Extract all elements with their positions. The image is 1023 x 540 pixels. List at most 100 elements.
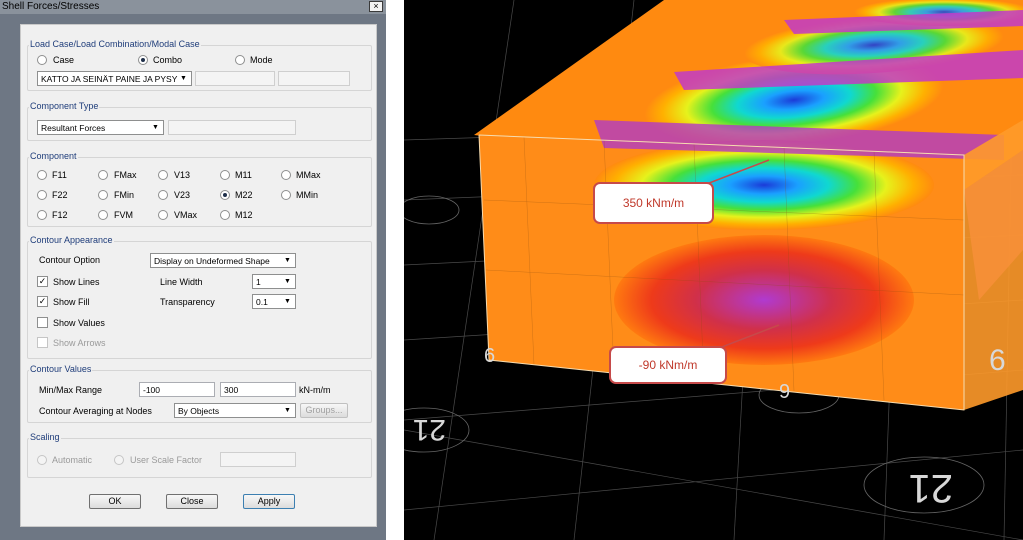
dialog-client-area: Load Case/Load Combination/Modal Case Ca… [20,24,377,527]
show-values-label: Show Values [53,318,105,328]
range-units-label: kN-m/m [299,385,331,395]
callout-min-moment: -90 kNm/m [609,346,727,384]
radio-fvm[interactable] [98,210,108,220]
radio-m11[interactable] [220,170,230,180]
contour-averaging-select[interactable]: By Objects ▼ [174,403,296,418]
radio-mode[interactable] [235,55,245,65]
shell-contour-render: 6 9 21 6 21 [404,0,1023,540]
radio-user-scale-label: User Scale Factor [130,455,203,465]
component-type-extra-field [168,120,296,135]
radio-case[interactable] [37,55,47,65]
min-range-input[interactable]: -100 [139,382,215,397]
line-width-value: 1 [256,277,261,287]
grid-label-9: 9 [779,381,790,403]
radio-vmax[interactable] [158,210,168,220]
radio-vmax-label: VMax [174,210,198,220]
apply-button[interactable]: Apply [243,494,295,509]
grid-label-6b: 6 [989,344,1006,377]
show-fill-checkbox[interactable]: ✓ [37,296,48,307]
window-title: Shell Forces/Stresses [2,1,100,12]
radio-combo-label: Combo [153,55,183,65]
transparency-label: Transparency [160,297,215,307]
radio-m12-label: M12 [235,210,253,220]
radio-f12[interactable] [37,210,47,220]
radio-combo[interactable] [138,55,148,65]
ok-button[interactable]: OK [89,494,141,509]
radio-v13[interactable] [158,170,168,180]
contour-averaging-value: By Objects [178,406,220,416]
panel-divider [386,0,404,540]
radio-f11-label: F11 [52,170,67,180]
radio-mmax-label: MMax [296,170,321,180]
component-type-value: Resultant Forces [41,123,106,133]
close-button[interactable]: Close [166,494,218,509]
transparency-value: 0.1 [256,297,268,307]
callout-min-moment-text: -90 kNm/m [638,358,698,372]
show-values-checkbox[interactable] [37,317,48,328]
close-window-button[interactable]: × [369,1,383,12]
load-case-group-title: Load Case/Load Combination/Modal Case [29,39,201,49]
callout-max-moment: 350 kNm/m [593,182,714,224]
user-scale-input [220,452,296,467]
radio-m11-label: M11 [235,170,252,180]
contour-appearance-group: Contour Appearance Contour Option Displa… [27,235,372,359]
title-bar[interactable]: Shell Forces/Stresses × [0,0,386,14]
grid-label-6: 6 [484,345,495,367]
load-case-group: Load Case/Load Combination/Modal Case Ca… [27,39,372,91]
contour-values-group: Contour Values Min/Max Range -100 300 kN… [27,364,372,423]
chevron-down-icon: ▼ [284,278,291,285]
radio-fmin[interactable] [98,190,108,200]
show-lines-checkbox[interactable]: ✓ [37,276,48,287]
radio-m22-label: M22 [235,190,253,200]
show-arrows-label: Show Arrows [53,338,106,348]
radio-f22[interactable] [37,190,47,200]
component-type-select[interactable]: Resultant Forces ▼ [37,120,164,135]
scaling-group-title: Scaling [29,432,61,442]
load-case-extra-field-2 [278,71,350,86]
radio-f11[interactable] [37,170,47,180]
radio-mmax[interactable] [281,170,291,180]
chevron-down-icon: ▼ [284,298,291,305]
chevron-down-icon: ▼ [180,75,187,82]
max-range-input[interactable]: 300 [220,382,296,397]
show-lines-label: Show Lines [53,277,100,287]
callout-max-moment-text: 350 kNm/m [622,196,685,210]
radio-f22-label: F22 [52,190,68,200]
contour-option-select[interactable]: Display on Undeformed Shape ▼ [150,253,296,268]
min-max-range-label: Min/Max Range [39,385,103,395]
contour-values-group-title: Contour Values [29,364,93,374]
line-width-label: Line Width [160,277,203,287]
radio-user-scale [114,455,124,465]
contour-option-value: Display on Undeformed Shape [154,256,270,266]
component-type-group-title: Component Type [29,101,100,111]
contour-option-label: Contour Option [39,255,101,265]
min-range-value: -100 [143,385,161,395]
shell-forces-dialog: Shell Forces/Stresses × Load Case/Load C… [0,0,386,540]
radio-v23[interactable] [158,190,168,200]
radio-case-label: Case [53,55,75,65]
show-arrows-checkbox [37,337,48,348]
radio-fmax[interactable] [98,170,108,180]
radio-m12[interactable] [220,210,230,220]
radio-mmin-label: MMin [296,190,318,200]
show-fill-label: Show Fill [53,297,90,307]
chevron-down-icon: ▼ [284,257,291,264]
grid-label-21b: 21 [909,466,954,510]
component-group: Component F11 FMax V13 M11 MMax F22 FMin… [27,151,372,227]
radio-v23-label: V23 [174,190,191,200]
radio-mmin[interactable] [281,190,291,200]
transparency-select[interactable]: 0.1 ▼ [252,294,296,309]
load-case-extra-field-1 [195,71,275,86]
model-viewport[interactable]: 6 9 21 6 21 350 kNm/m -90 kNm/m [404,0,1023,540]
radio-f12-label: F12 [52,210,68,220]
line-width-select[interactable]: 1 ▼ [252,274,296,289]
radio-v13-label: V13 [174,170,191,180]
component-group-title: Component [29,151,78,161]
radio-mode-label: Mode [250,55,273,65]
load-combo-value: KATTO JA SEINÄT PAINE JA PYSY [41,74,178,84]
load-combo-select[interactable]: KATTO JA SEINÄT PAINE JA PYSY ▼ [37,71,192,86]
radio-m22[interactable] [220,190,230,200]
radio-fmin-label: FMin [114,190,134,200]
radio-fmax-label: FMax [114,170,137,180]
max-range-value: 300 [224,385,239,395]
